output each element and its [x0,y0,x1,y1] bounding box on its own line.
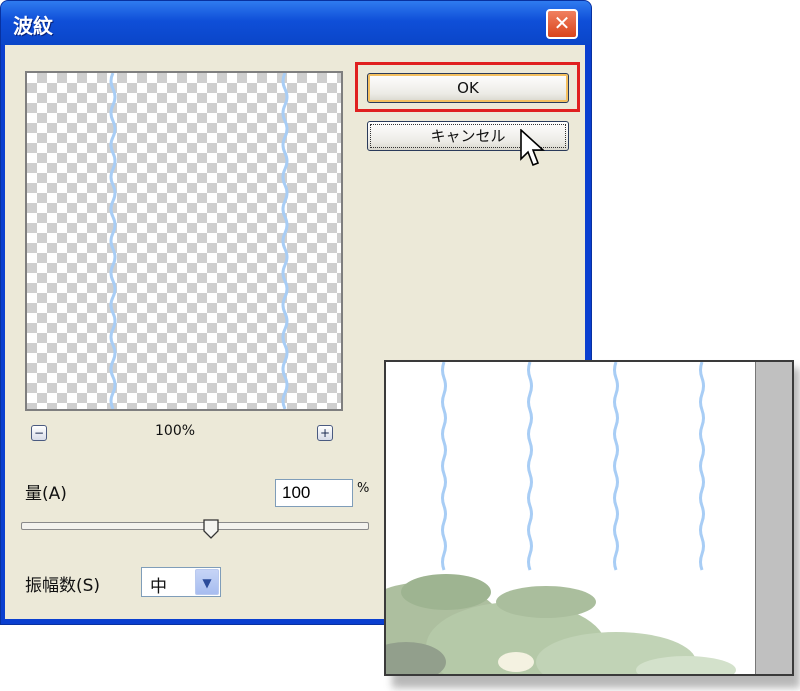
close-icon[interactable]: ✕ [546,9,578,39]
ripple-line [699,362,705,571]
size-label: 振幅数(S) [25,576,101,596]
amount-slider-track[interactable] [21,522,369,530]
ok-button[interactable]: OK [367,73,569,103]
ripple-line [109,73,117,409]
ripple-line [527,362,533,571]
lily-pads [386,574,736,674]
size-select[interactable]: 中 ▼ [141,567,221,597]
amount-unit: % [357,481,370,496]
amount-label: 量(A) [25,484,67,504]
zoom-out-icon[interactable]: − [31,425,47,441]
ripple-lines [109,73,289,409]
amount-input[interactable] [275,479,353,507]
title-bar[interactable]: 波紋 ✕ [1,1,591,45]
result-example-image [384,360,794,676]
dropdown-arrow-icon[interactable]: ▼ [195,569,219,595]
ripple-line [441,362,447,571]
dialog-title: 波紋 [13,14,53,38]
size-selected-value: 中 [150,577,167,597]
zoom-in-icon[interactable]: + [317,425,333,441]
zoom-level: 100% [155,423,196,439]
result-artwork [386,362,736,674]
result-scrollbar [755,362,792,674]
ripple-line [281,73,289,409]
amount-slider-thumb[interactable] [203,519,219,539]
ripple-line [613,362,619,571]
mouse-cursor-icon [520,129,545,167]
preview-canvas[interactable] [25,71,343,411]
